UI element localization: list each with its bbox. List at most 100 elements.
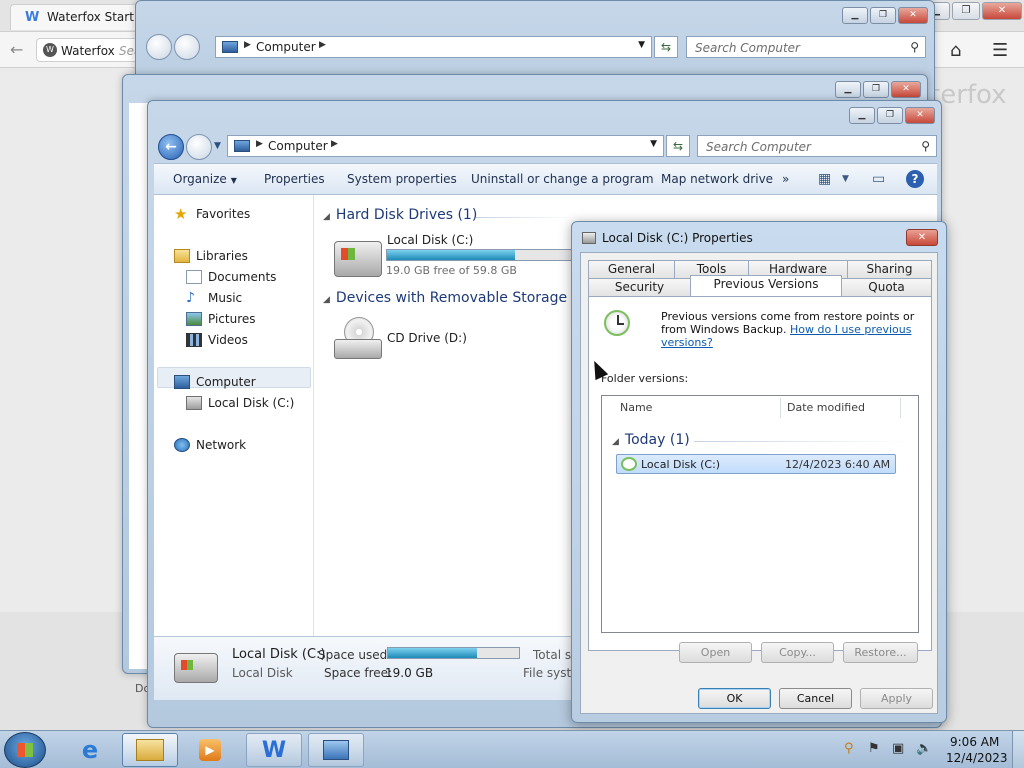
change-view-icon[interactable]: ▦: [818, 171, 831, 187]
back-button[interactable]: [146, 34, 172, 60]
breadcrumb-computer[interactable]: Computer: [256, 40, 316, 54]
windows-logo-icon: [341, 248, 355, 260]
nav-item-music[interactable]: ♪ Music: [186, 291, 242, 305]
uninstall-program-button[interactable]: Uninstall or change a program: [471, 172, 654, 186]
chevron-down-icon[interactable]: ▼: [638, 40, 645, 50]
search-icon[interactable]: ⚲: [910, 40, 919, 54]
drive-c-name: Local Disk (C:): [387, 233, 474, 247]
folder-versions-list[interactable]: Name Date modified ◢ Today (1) Local Disk…: [601, 395, 919, 633]
back-button[interactable]: ←: [158, 134, 184, 160]
close-icon[interactable]: ✕: [891, 81, 921, 98]
group-header-removable[interactable]: ◢ Devices with Removable Storage (1: [323, 290, 586, 306]
column-separator[interactable]: [780, 398, 781, 418]
search-engine-icon: W: [43, 43, 57, 57]
nav-item-network[interactable]: Network: [174, 438, 246, 452]
computer-icon: [222, 41, 238, 53]
show-desktop-button[interactable]: [1012, 731, 1024, 768]
tab-security[interactable]: Security: [588, 278, 691, 296]
ok-button[interactable]: OK: [698, 688, 771, 709]
address-bar[interactable]: ▶ Computer ▶ ▼: [227, 135, 664, 157]
list-item[interactable]: Local Disk (C:) 12/4/2023 6:40 AM: [616, 454, 896, 474]
nav-item-videos[interactable]: Videos: [186, 333, 248, 347]
view-options-chevron-icon[interactable]: ▼: [842, 174, 849, 184]
close-icon[interactable]: ✕: [906, 229, 938, 246]
close-icon[interactable]: ✕: [982, 2, 1022, 20]
hard-disk-icon: [174, 653, 218, 683]
volume-muted-icon[interactable]: 🔈: [916, 741, 932, 756]
organize-button[interactable]: Organize ▼: [173, 172, 237, 186]
refresh-button[interactable]: ⇆: [654, 36, 678, 58]
properties-dialog[interactable]: Local Disk (C:) Properties ✕ General Too…: [571, 221, 947, 723]
preview-pane-icon[interactable]: ▭: [872, 171, 885, 187]
restore-icon[interactable]: ❐: [952, 2, 980, 20]
clock-date[interactable]: 12/4/2023: [946, 751, 1008, 765]
recent-pages-chevron-icon[interactable]: ▼: [214, 141, 221, 151]
column-separator[interactable]: [900, 398, 901, 418]
hamburger-menu-icon[interactable]: ☰: [992, 40, 1008, 61]
minimize-icon[interactable]: ▁: [835, 81, 861, 98]
nav-item-documents[interactable]: Documents: [186, 270, 276, 284]
properties-button[interactable]: Properties: [264, 172, 325, 186]
minimize-icon[interactable]: ▁: [842, 7, 868, 24]
nav-item-computer[interactable]: Computer: [174, 375, 256, 389]
home-icon[interactable]: ⌂: [950, 40, 961, 61]
chevron-down-icon[interactable]: ▼: [650, 139, 657, 149]
map-network-drive-button[interactable]: Map network drive: [661, 172, 773, 186]
taskbar-media-player[interactable]: ▶: [182, 733, 238, 767]
taskbar-waterfox[interactable]: W: [246, 733, 302, 767]
network-status-icon[interactable]: ▣: [892, 741, 904, 756]
address-bar[interactable]: ▶ Computer ▶ ▼: [215, 36, 652, 58]
maximize-icon[interactable]: ❐: [877, 107, 903, 124]
minimize-icon[interactable]: ▁: [849, 107, 875, 124]
group-divider: [694, 441, 908, 442]
search-input[interactable]: Search Computer ⚲: [686, 36, 926, 58]
help-icon[interactable]: ?: [906, 170, 924, 188]
maximize-icon[interactable]: ❐: [870, 7, 896, 24]
back-arrow-icon[interactable]: ←: [10, 40, 23, 59]
breadcrumb-arrow-icon[interactable]: ▶: [256, 139, 263, 149]
clock-time[interactable]: 9:06 AM: [950, 735, 999, 749]
details-name: Local Disk (C:): [232, 647, 326, 662]
tab-sharing[interactable]: Sharing: [847, 260, 932, 278]
more-commands-button[interactable]: »: [782, 172, 789, 186]
cancel-button[interactable]: Cancel: [779, 688, 852, 709]
nav-item-favorites[interactable]: ★ Favorites: [174, 207, 250, 222]
column-header-date[interactable]: Date modified: [787, 396, 865, 420]
breadcrumb-arrow-icon[interactable]: ▶: [319, 40, 326, 50]
group-header-hard-disk[interactable]: ◢ Hard Disk Drives (1): [323, 207, 477, 223]
search-icon[interactable]: ⚲: [844, 741, 854, 756]
forward-button[interactable]: [186, 134, 212, 160]
system-properties-button[interactable]: System properties: [347, 172, 457, 186]
nav-item-pictures[interactable]: Pictures: [186, 312, 256, 326]
close-icon[interactable]: ✕: [898, 7, 928, 24]
breadcrumb-arrow-icon[interactable]: ▶: [244, 40, 251, 50]
start-button[interactable]: [4, 732, 46, 768]
tab-quota[interactable]: Quota: [841, 278, 932, 296]
tab-general[interactable]: General: [588, 260, 675, 278]
copy-button[interactable]: Copy...: [761, 642, 834, 663]
taskbar: e ▶ W ⚲ ⚑ ▣ 🔈 9:06 AM 12/4/2023: [0, 730, 1024, 768]
browser-url-bar[interactable]: W Waterfox Sea: [36, 38, 146, 62]
taskbar-internet-explorer[interactable]: e: [62, 733, 118, 767]
tab-previous-versions[interactable]: Previous Versions: [690, 275, 842, 296]
apply-button[interactable]: Apply: [860, 688, 933, 709]
action-center-flag-icon[interactable]: ⚑: [868, 741, 880, 756]
taskbar-explorer[interactable]: [122, 733, 178, 767]
nav-item-libraries[interactable]: Libraries: [174, 249, 248, 263]
search-icon[interactable]: ⚲: [921, 139, 930, 153]
maximize-icon[interactable]: ❐: [863, 81, 889, 98]
hard-disk-icon: [582, 232, 596, 244]
column-header-name[interactable]: Name: [620, 396, 652, 420]
list-group-today[interactable]: ◢ Today (1): [612, 432, 690, 448]
forward-button[interactable]: [174, 34, 200, 60]
search-input[interactable]: Search Computer ⚲: [697, 135, 937, 157]
command-bar: Organize ▼ Properties System properties U…: [154, 163, 937, 195]
taskbar-control-panel[interactable]: [308, 733, 364, 767]
restore-button[interactable]: Restore...: [843, 642, 918, 663]
close-icon[interactable]: ✕: [905, 107, 935, 124]
refresh-button[interactable]: ⇆: [666, 135, 690, 157]
breadcrumb-arrow-icon[interactable]: ▶: [331, 139, 338, 149]
nav-item-local-disk[interactable]: Local Disk (C:): [186, 396, 294, 410]
open-button[interactable]: Open: [679, 642, 752, 663]
breadcrumb-computer[interactable]: Computer: [268, 139, 328, 153]
